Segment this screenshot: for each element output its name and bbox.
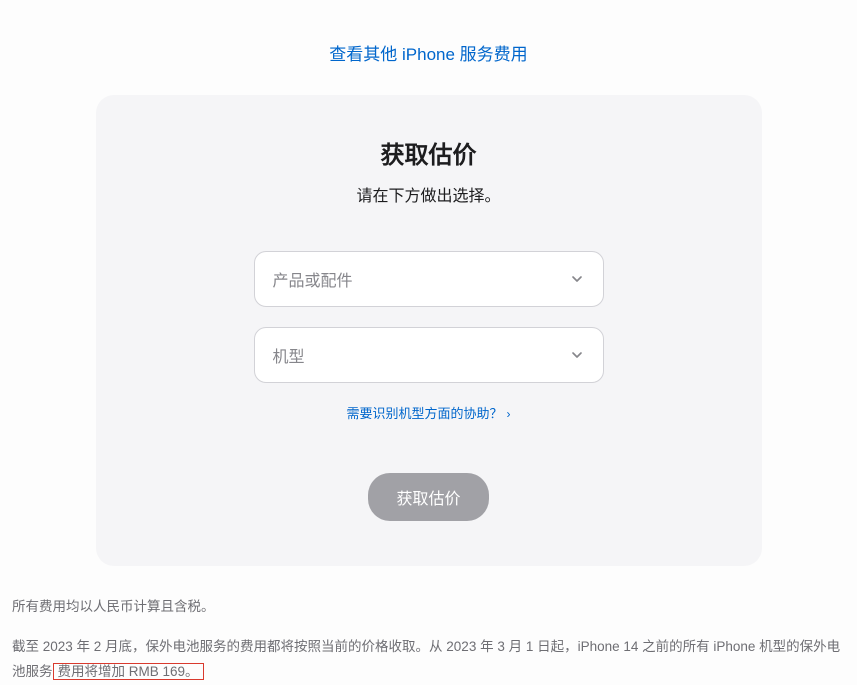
footnote-line2: 截至 2023 年 2 月底，保外电池服务的费用都将按照当前的价格收取。从 20… bbox=[12, 634, 845, 685]
price-increase-highlight: 费用将增加 RMB 169。 bbox=[53, 663, 204, 680]
model-select[interactable]: 机型 bbox=[254, 327, 604, 383]
product-select-placeholder: 产品或配件 bbox=[273, 267, 353, 291]
footnote-line1: 所有费用均以人民币计算且含税。 bbox=[12, 594, 845, 620]
chevron-down-icon bbox=[569, 271, 585, 287]
model-help-link[interactable]: 需要识别机型方面的协助？ › bbox=[346, 406, 510, 421]
get-estimate-button[interactable]: 获取估价 bbox=[368, 473, 488, 521]
estimate-card: 获取估价 请在下方做出选择。 产品或配件 机型 需要识别机型方面的协助？ › 获取… bbox=[96, 95, 762, 566]
footnotes: 所有费用均以人民币计算且含税。 截至 2023 年 2 月底，保外电池服务的费用… bbox=[0, 566, 857, 685]
card-subtitle: 请在下方做出选择。 bbox=[136, 182, 722, 206]
card-title: 获取估价 bbox=[136, 135, 722, 170]
model-select-placeholder: 机型 bbox=[273, 343, 305, 367]
model-help-link-label: 需要识别机型方面的协助？ bbox=[346, 406, 502, 421]
chevron-right-icon: › bbox=[507, 407, 511, 421]
chevron-down-icon bbox=[569, 347, 585, 363]
view-other-services-link[interactable]: 查看其他 iPhone 服务费用 bbox=[329, 45, 527, 64]
product-select[interactable]: 产品或配件 bbox=[254, 251, 604, 307]
